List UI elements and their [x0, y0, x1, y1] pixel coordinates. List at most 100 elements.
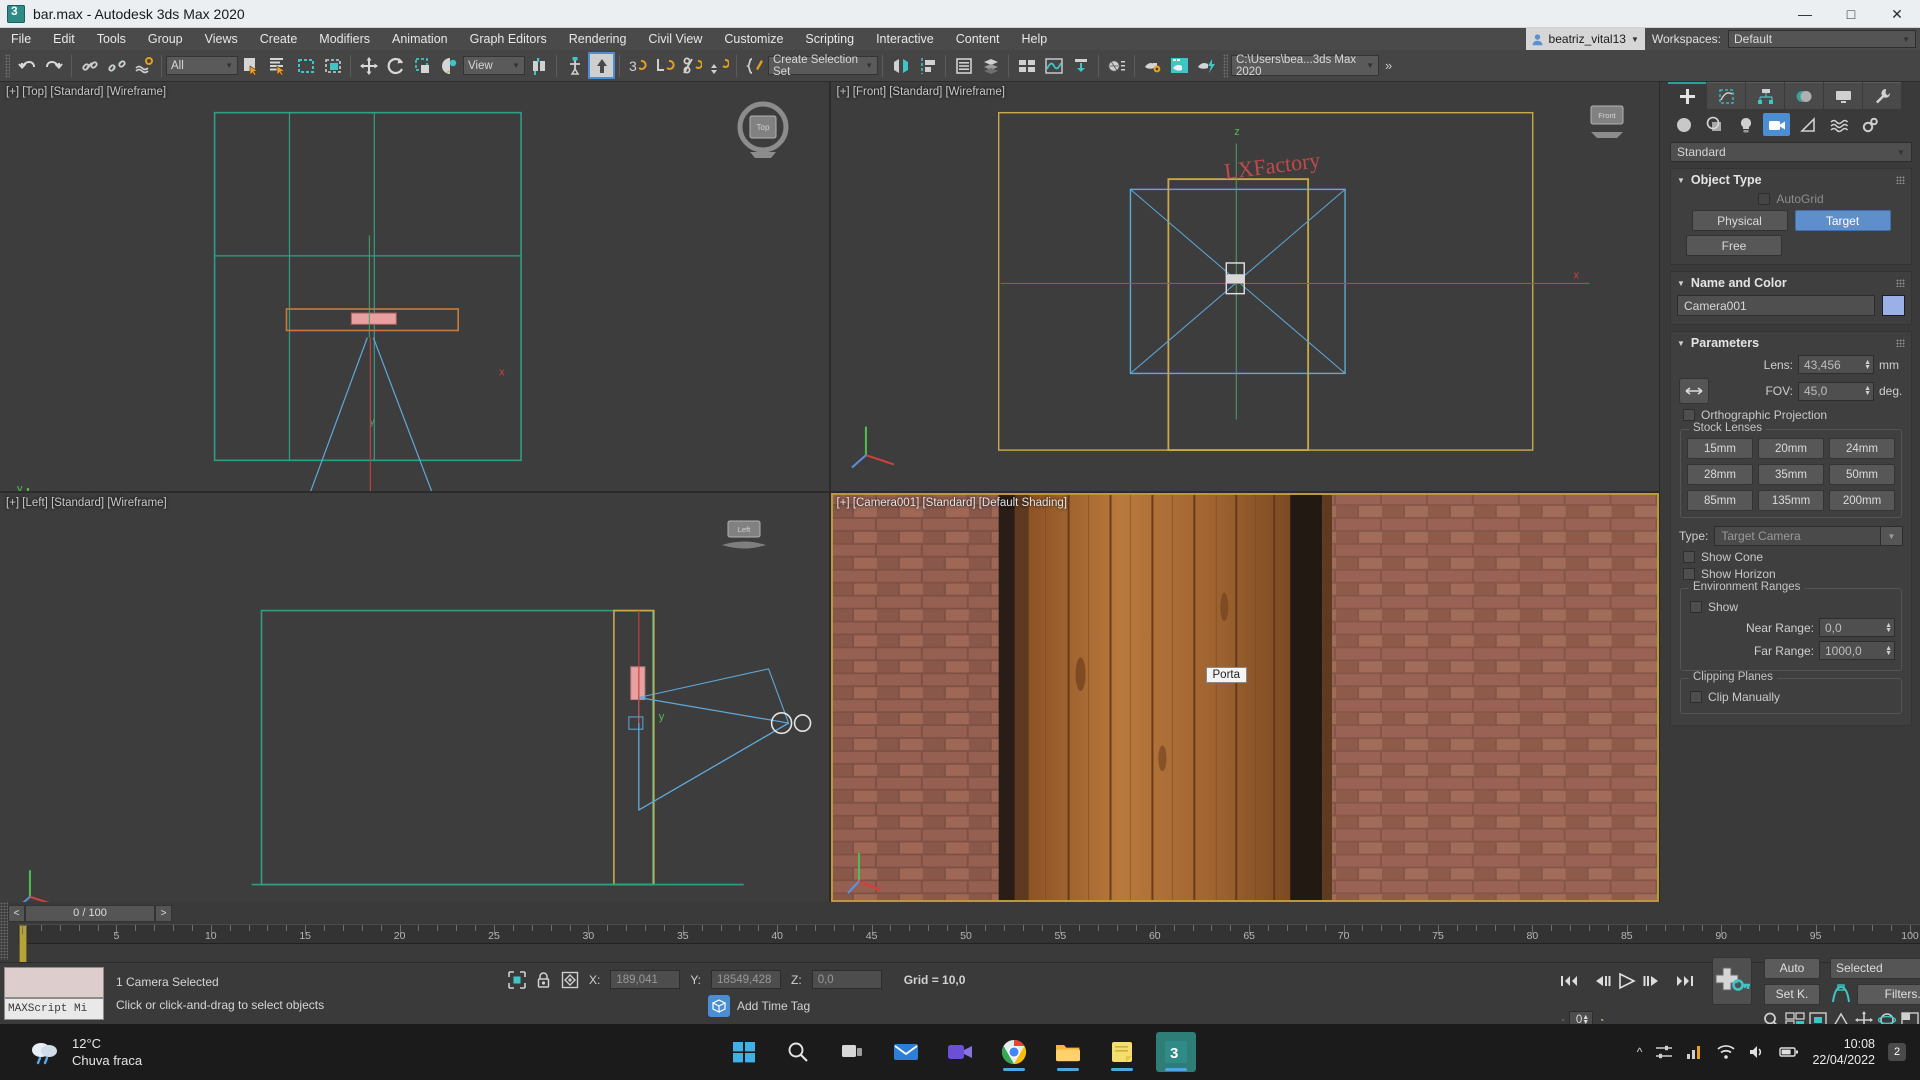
menu-graph-editors[interactable]: Graph Editors [459, 28, 558, 50]
window-crossing-button[interactable] [319, 52, 346, 79]
viewport-camera-label[interactable]: [+] [Camera001] [Standard] [Default Shad… [837, 497, 1067, 509]
env-show-checkbox[interactable] [1690, 601, 1702, 613]
rendered-frame-window-button[interactable] [1166, 52, 1193, 79]
spinner-arrows-icon[interactable]: ▲ ▼ [1885, 645, 1892, 657]
percent-snap-button[interactable] [678, 52, 705, 79]
object-name-input[interactable]: Camera001 [1677, 295, 1875, 316]
lens-15mm-button[interactable]: 15mm [1687, 438, 1753, 459]
next-frame-button[interactable] [1642, 971, 1660, 992]
volume-icon[interactable] [1748, 1044, 1766, 1060]
set-key-toggle-button[interactable]: Set K. [1764, 983, 1820, 1005]
lens-35mm-button[interactable]: 35mm [1758, 464, 1824, 485]
y-field[interactable]: 18549,428 [711, 970, 782, 989]
create-tab[interactable] [1668, 82, 1706, 109]
maximize-button[interactable]: □ [1828, 0, 1874, 28]
next-frame-button[interactable]: > [155, 904, 172, 922]
battery-icon[interactable] [1779, 1044, 1799, 1060]
redo-button[interactable] [40, 52, 67, 79]
hierarchy-tab[interactable] [1746, 82, 1784, 109]
object-color-swatch[interactable] [1882, 295, 1905, 316]
workspace-select[interactable]: Default ▼ [1728, 30, 1916, 48]
rollout-grip[interactable] [1896, 176, 1905, 184]
lens-spinner[interactable]: 43,456 ▲ ▼ [1798, 355, 1874, 374]
lens-20mm-button[interactable]: 20mm [1758, 438, 1824, 459]
lens-50mm-button[interactable]: 50mm [1829, 464, 1895, 485]
task-view-button[interactable] [832, 1032, 872, 1072]
toolbar-grip[interactable] [5, 53, 10, 78]
rectangular-selection-region-button[interactable] [292, 52, 319, 79]
graph-tray-icon[interactable] [1686, 1044, 1704, 1060]
3dsmax-app[interactable]: 3 [1156, 1032, 1196, 1072]
play-animation-button[interactable] [1616, 971, 1638, 992]
viewport-left[interactable]: [+] [Left] [Standard] [Wireframe] y Left [0, 493, 829, 902]
viewport-front-label[interactable]: [+] [Front] [Standard] [Wireframe] [837, 86, 1005, 98]
minimize-button[interactable]: — [1782, 0, 1828, 28]
auto-key-button[interactable]: Auto [1764, 957, 1820, 979]
settings-tray-icon[interactable] [1655, 1044, 1673, 1060]
key-filters-button[interactable]: Filters... [1857, 983, 1920, 1005]
shapes-button[interactable] [1701, 113, 1728, 136]
previous-frame-button[interactable] [1594, 971, 1612, 992]
timeline-ruler[interactable]: 5 10 15 20 25 30 35 40 45 50 55 60 65 70 75 80 85 90 95 100 [18, 924, 1920, 963]
toolbar-overflow-button[interactable]: » [1385, 58, 1392, 73]
go-to-end-button[interactable] [1676, 971, 1694, 992]
menu-interactive[interactable]: Interactive [865, 28, 945, 50]
name-and-color-header[interactable]: ▼ Name and Color [1677, 276, 1905, 290]
autogrid-row[interactable]: AutoGrid [1677, 192, 1905, 206]
viewport-top[interactable]: [+] [Top] [Standard] [Wireframe] y y x T… [0, 82, 829, 491]
notification-badge[interactable]: 2 [1888, 1043, 1906, 1061]
layer-explorer-button[interactable] [950, 52, 977, 79]
camera-type-select[interactable]: Target Camera ▼ [1714, 526, 1903, 546]
previous-frame-button[interactable]: < [8, 904, 25, 922]
mirror-button[interactable] [887, 52, 914, 79]
weather-widget[interactable]: 12°C Chuva fraca [0, 1035, 330, 1069]
selection-region-icon[interactable] [508, 970, 526, 989]
go-to-start-button[interactable] [1560, 971, 1578, 992]
snap-toggle-2-button[interactable] [588, 52, 615, 79]
angle-snap-button[interactable]: 3 [624, 52, 651, 79]
add-time-tag-label[interactable]: Add Time Tag [737, 999, 810, 1013]
curve-editor-button[interactable] [1040, 52, 1067, 79]
lens-135mm-button[interactable]: 135mm [1758, 490, 1824, 511]
motion-tab[interactable] [1785, 82, 1823, 109]
toggle-scene-explorer-button[interactable] [1013, 52, 1040, 79]
timeline-playhead[interactable] [19, 925, 27, 963]
far-range-spinner[interactable]: 1000,0 ▲ ▼ [1819, 641, 1895, 660]
menu-tools[interactable]: Tools [86, 28, 137, 50]
render-production-button[interactable] [1193, 52, 1220, 79]
view-cube-front[interactable]: Front [1577, 100, 1637, 145]
absolute-relative-icon[interactable] [561, 971, 579, 989]
select-by-name-button[interactable] [265, 52, 292, 79]
spinner-arrows-icon[interactable]: ▲ ▼ [1885, 622, 1892, 634]
show-cone-row[interactable]: Show Cone [1683, 550, 1905, 564]
object-category-select[interactable]: Standard ▼ [1670, 142, 1912, 162]
taskbar-clock[interactable]: 10:08 22/04/2022 [1812, 1036, 1875, 1068]
select-and-rotate-button[interactable] [382, 52, 409, 79]
placement-tool-button[interactable] [436, 52, 463, 79]
close-button[interactable]: ✕ [1874, 0, 1920, 28]
spinner-snap-toggle-button[interactable] [705, 52, 732, 79]
x-field[interactable]: 189,041 [610, 970, 681, 989]
select-and-link-button[interactable] [76, 52, 103, 79]
menu-civil-view[interactable]: Civil View [637, 28, 713, 50]
viewport-camera[interactable]: [+] [Camera001] [Standard] [Default Shad… [830, 493, 1659, 902]
maxscript-output[interactable] [4, 967, 104, 998]
bind-to-space-warp-button[interactable] [130, 52, 157, 79]
edit-named-selection-sets-button[interactable] [741, 52, 768, 79]
viewport-front[interactable]: [+] [Front] [Standard] [Wireframe] z x L… [830, 82, 1659, 491]
spinner-snap-button[interactable] [651, 52, 678, 79]
lights-button[interactable] [1732, 113, 1759, 136]
selection-filter-select[interactable]: All ▼ [166, 56, 238, 75]
systems-button[interactable] [1856, 113, 1883, 136]
snaps-toggle-button[interactable] [561, 52, 588, 79]
fov-spinner[interactable]: 45,0 ▲ ▼ [1798, 381, 1874, 401]
render-setup-button[interactable] [1139, 52, 1166, 79]
menu-animation[interactable]: Animation [381, 28, 459, 50]
selection-lock-icon[interactable] [536, 971, 551, 989]
selection-set-select[interactable]: Selected ▼ [1830, 957, 1920, 979]
menu-rendering[interactable]: Rendering [558, 28, 638, 50]
space-warps-button[interactable] [1825, 113, 1852, 136]
menu-edit[interactable]: Edit [42, 28, 86, 50]
menu-scripting[interactable]: Scripting [794, 28, 865, 50]
display-tab[interactable] [1824, 82, 1862, 109]
